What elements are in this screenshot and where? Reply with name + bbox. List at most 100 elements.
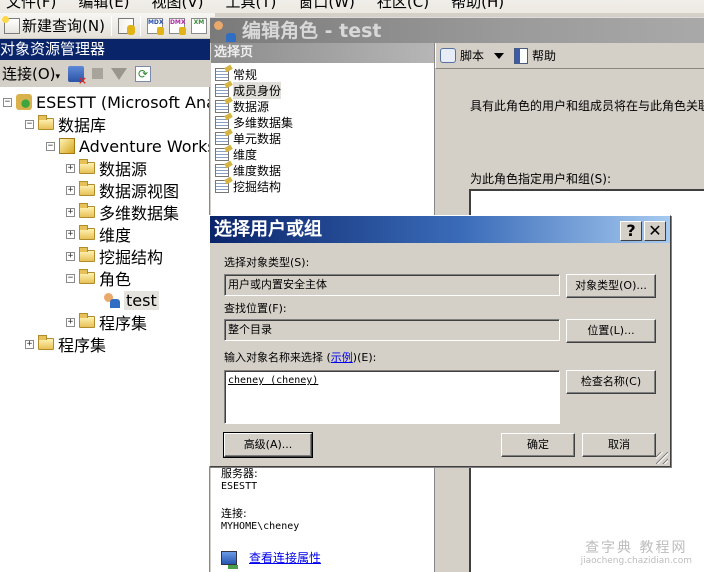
- refresh-icon[interactable]: ⟳: [135, 65, 152, 82]
- menu-file[interactable]: 文件(F): [6, 0, 56, 13]
- tree-node-data-source-views[interactable]: + 数据源视图: [66, 179, 179, 201]
- locations-button[interactable]: 位置(L)...: [566, 319, 656, 343]
- tree-node-databases[interactable]: − 数据库: [25, 113, 106, 135]
- collapse-icon[interactable]: −: [3, 97, 12, 107]
- watermark: 查字典 教程网 jiaocheng.chazidian.com: [580, 540, 692, 568]
- edit-role-title: 编辑角色 - test: [242, 19, 382, 42]
- names-label-text: 输入对象名称来选择 (: [224, 351, 331, 364]
- connection-label: 连接:: [221, 507, 247, 520]
- page-data-sources[interactable]: 数据源: [211, 98, 434, 114]
- page-icon: [215, 147, 229, 161]
- page-label: 成员身份: [233, 81, 282, 99]
- help-icon[interactable]: [514, 47, 529, 64]
- tree-node-data-sources[interactable]: + 数据源: [66, 157, 147, 179]
- tree-node-roles[interactable]: − 角色: [66, 267, 131, 289]
- help-button[interactable]: 帮助: [532, 47, 556, 64]
- menu-edit[interactable]: 编辑(E): [78, 0, 129, 13]
- expand-icon[interactable]: +: [66, 229, 75, 239]
- collapse-icon[interactable]: −: [25, 119, 34, 129]
- tree-node-database[interactable]: − Adventure Works: [46, 135, 209, 157]
- connection-info: 服务器: ESESTT 连接: MYHOME\cheney: [221, 467, 299, 533]
- menu-view[interactable]: 视图(V): [152, 0, 204, 13]
- tree-node-server-assemblies[interactable]: + 程序集: [25, 333, 106, 355]
- disconnect-icon[interactable]: [68, 65, 87, 87]
- expand-icon[interactable]: +: [25, 339, 34, 349]
- main-toolbar: 新建查询(N) MDX DMX XM: [0, 13, 215, 39]
- page-mining-structures[interactable]: 挖掘结构: [211, 178, 434, 194]
- tree-node-role-test[interactable]: test: [104, 289, 159, 311]
- database-engine-query-icon[interactable]: [117, 17, 135, 35]
- new-query-label: 新建查询(N): [22, 17, 105, 35]
- filter-icon[interactable]: [111, 67, 128, 80]
- tree-node-label: 维度: [99, 226, 132, 245]
- object-types-button[interactable]: 对象类型(O)...: [566, 274, 656, 298]
- expand-icon[interactable]: +: [66, 317, 75, 327]
- object-explorer-tree: − ESESTT (Microsoft Anal − 数据库 − Adventu…: [0, 87, 210, 572]
- expand-icon[interactable]: +: [66, 163, 75, 173]
- dmx-query-icon[interactable]: DMX: [168, 17, 186, 35]
- mdx-query-icon[interactable]: MDX: [146, 17, 164, 35]
- tree-node-mining-structures[interactable]: + 挖掘结构: [66, 245, 163, 267]
- tree-node-dimensions[interactable]: + 维度: [66, 223, 131, 245]
- new-query-icon: [2, 15, 20, 34]
- help-question-button[interactable]: ?: [620, 221, 642, 241]
- page-label: 常规: [233, 67, 258, 82]
- close-button[interactable]: ✕: [644, 221, 666, 241]
- menu-tools[interactable]: 工具(T): [226, 0, 277, 13]
- script-dropdown-icon[interactable]: [494, 52, 505, 59]
- object-explorer-toolbar: 连接(O)▾ ⟳: [0, 60, 210, 87]
- tree-node-label: 多维数据集: [99, 204, 180, 223]
- menu-window[interactable]: 窗口(W): [298, 0, 355, 13]
- folder-icon: [79, 225, 95, 240]
- menu-community[interactable]: 社区(C): [377, 0, 429, 13]
- menu-help[interactable]: 帮助(H): [451, 0, 504, 13]
- connect-dropdown[interactable]: 连接(O)▾: [2, 63, 60, 84]
- advanced-button[interactable]: 高级(A)...: [223, 432, 313, 458]
- tree-node-label: 程序集: [99, 314, 148, 333]
- page-icon: [215, 131, 229, 145]
- page-general[interactable]: 常规: [211, 66, 434, 82]
- ok-button[interactable]: 确定: [501, 433, 575, 457]
- collapse-icon[interactable]: −: [46, 141, 55, 151]
- membership-description: 具有此角色的用户和组成员将在与此角色关联: [470, 99, 704, 113]
- analysis-server-icon: [16, 94, 32, 110]
- page-dimensions[interactable]: 维度: [211, 146, 434, 162]
- collapse-icon[interactable]: −: [66, 273, 75, 283]
- tree-node-cubes[interactable]: + 多维数据集: [66, 201, 179, 223]
- stop-icon[interactable]: [92, 68, 104, 79]
- expand-icon[interactable]: +: [66, 251, 75, 261]
- resolved-name: cheney (cheney): [228, 375, 319, 386]
- script-icon[interactable]: [440, 48, 456, 63]
- folder-icon: [79, 181, 95, 196]
- page-membership[interactable]: 成员身份: [211, 81, 434, 99]
- view-connection-properties[interactable]: 查看连接属性: [221, 549, 321, 569]
- resize-grip[interactable]: [656, 452, 668, 464]
- watermark-line1: 查字典 教程网: [585, 540, 688, 556]
- page-label: 挖掘结构: [233, 179, 282, 194]
- object-names-input[interactable]: cheney (cheney): [224, 370, 560, 424]
- names-label: 输入对象名称来选择 (示例)(E):: [224, 349, 376, 365]
- tree-node-label: 挖掘结构: [99, 248, 164, 267]
- watermark-line2: jiaocheng.chazidian.com: [580, 556, 692, 566]
- server-label: 服务器:: [221, 467, 258, 480]
- examples-link[interactable]: 示例: [331, 351, 353, 364]
- xmla-query-icon[interactable]: XM: [190, 17, 207, 34]
- toolbar-separator: [110, 15, 112, 36]
- cancel-button[interactable]: 取消: [582, 433, 656, 457]
- page-icon: [215, 99, 229, 113]
- new-query-button[interactable]: 新建查询(N): [2, 15, 105, 36]
- check-names-button[interactable]: 检查名称(C): [566, 370, 656, 394]
- folder-icon: [79, 269, 95, 284]
- connection-value: MYHOME\cheney: [221, 521, 300, 532]
- object-type-label: 选择对象类型(S):: [224, 256, 310, 269]
- expand-icon[interactable]: +: [66, 207, 75, 217]
- page-cubes[interactable]: 多维数据集: [211, 114, 434, 130]
- script-button[interactable]: 脚本: [460, 47, 484, 64]
- tree-node-assemblies[interactable]: + 程序集: [66, 311, 147, 333]
- role-icon: [214, 20, 236, 42]
- page-cell-data[interactable]: 单元数据: [211, 130, 434, 146]
- expand-icon[interactable]: +: [66, 185, 75, 195]
- view-connection-properties-link[interactable]: 查看连接属性: [249, 549, 321, 566]
- page-dimension-data[interactable]: 维度数据: [211, 162, 434, 178]
- tree-node-server[interactable]: − ESESTT (Microsoft Anal: [3, 91, 209, 113]
